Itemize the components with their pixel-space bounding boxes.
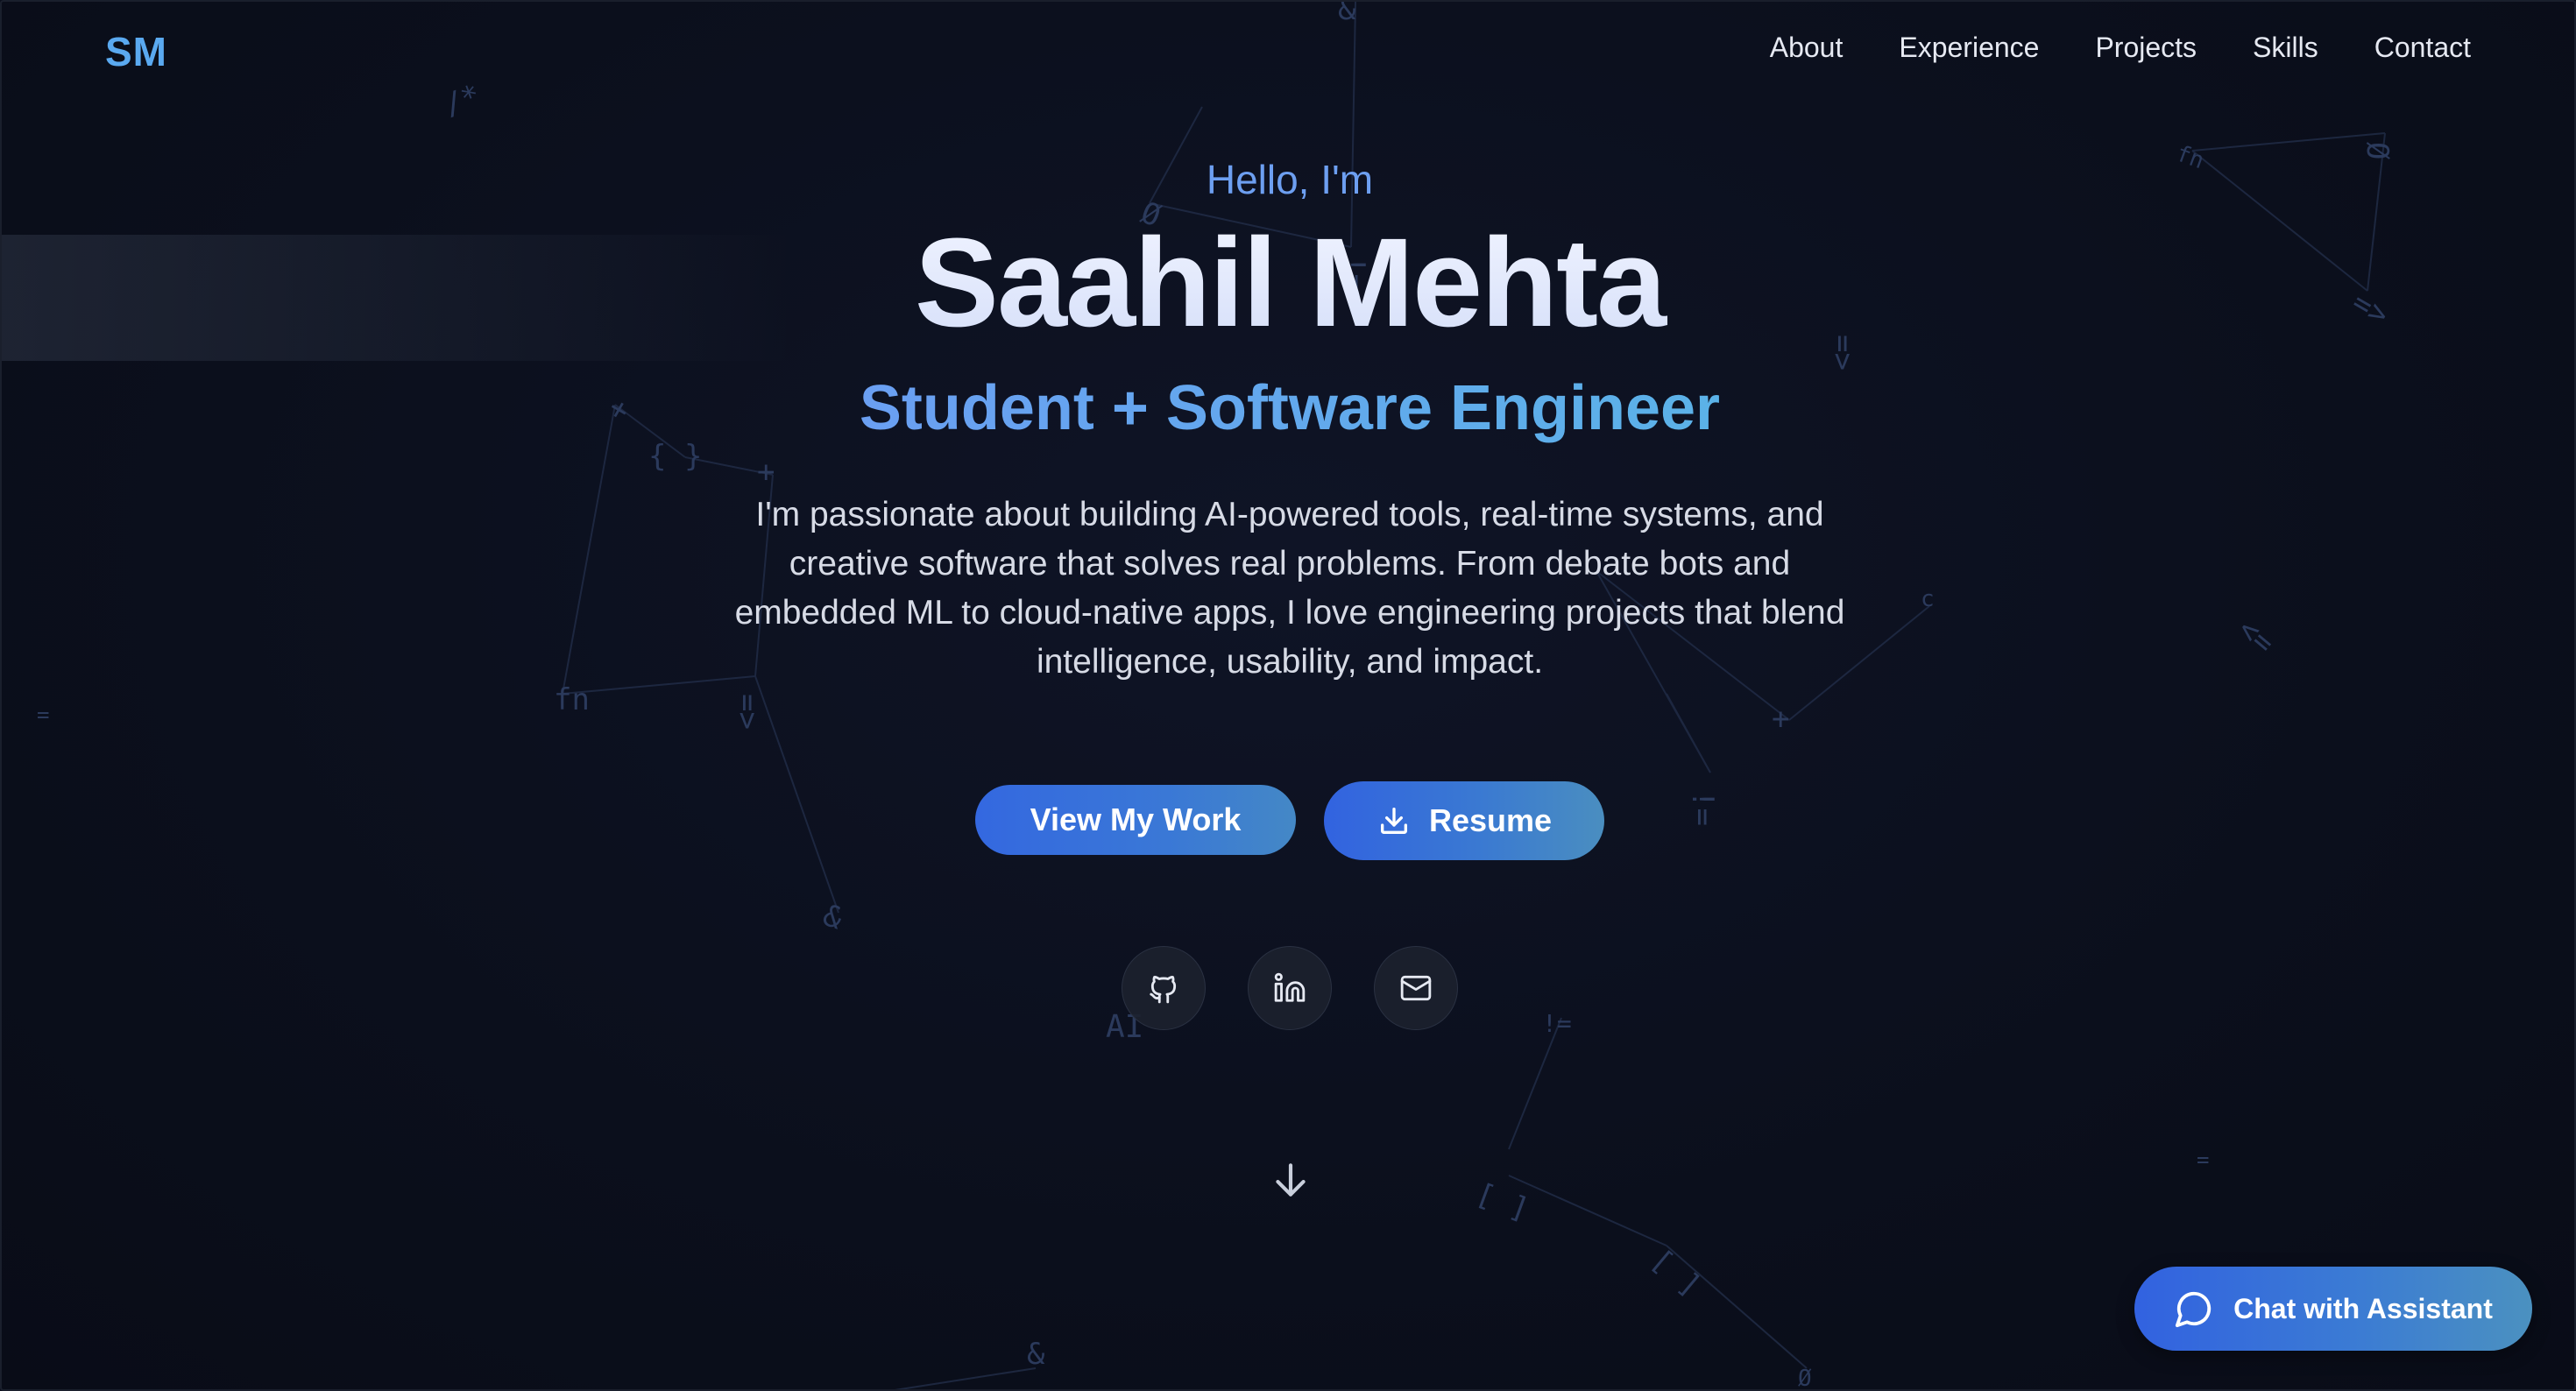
svg-text:[ ]: [ ] [1471, 1176, 1533, 1228]
hero-role: Student + Software Engineer [860, 364, 1720, 452]
nav-link-skills[interactable]: Skills [2253, 32, 2318, 64]
github-icon [1150, 976, 1177, 1004]
resume-label: Resume [1428, 802, 1553, 838]
linkedin-link[interactable] [1248, 946, 1332, 1030]
mail-icon [1400, 975, 1432, 1001]
page: /* Ø != & + { } + fn => & = => c <= + !=… [0, 0, 2576, 1391]
nav-link-about[interactable]: About [1770, 32, 1844, 64]
nav-link-contact[interactable]: Contact [2374, 32, 2471, 64]
main-nav: About Experience Projects Skills Contact [1770, 32, 2471, 64]
view-my-work-button[interactable]: View My Work [975, 785, 1296, 855]
svg-text:Ø: Ø [1798, 1366, 1812, 1391]
email-link[interactable] [1374, 946, 1458, 1030]
hero-name: Saahil Mehta [2, 208, 2574, 357]
chat-label: Chat with Assistant [2233, 1292, 2493, 1324]
chat-with-assistant-button[interactable]: Chat with Assistant [2134, 1267, 2532, 1351]
resume-button[interactable]: Resume [1324, 781, 1604, 860]
svg-text:/*: /* [439, 78, 485, 124]
hero-buttons: View My Work Resume [2, 781, 2574, 860]
hero-section: Hello, I'm Saahil Mehta Student + Softwa… [2, 151, 2574, 1030]
svg-text:&: & [1338, 2, 1356, 27]
svg-text:[ ]: [ ] [1644, 1242, 1708, 1303]
svg-text:&: & [1027, 1337, 1045, 1372]
chat-bubble-icon [2176, 1291, 2212, 1328]
download-icon [1380, 808, 1407, 834]
scroll-down-arrow[interactable] [1269, 1158, 1313, 1206]
linkedin-icon [1274, 972, 1306, 1002]
hero-greeting: Hello, I'm [1206, 157, 1374, 202]
arrow-down-icon [1276, 1163, 1306, 1197]
site-logo[interactable]: SM [105, 28, 167, 75]
view-my-work-label: View My Work [1030, 801, 1242, 837]
nav-link-projects[interactable]: Projects [2095, 32, 2197, 64]
nav-link-experience[interactable]: Experience [1899, 32, 2039, 64]
hero-bio: I'm passionate about building AI-powered… [734, 496, 1845, 681]
svg-text:=: = [2197, 1147, 2209, 1172]
github-link[interactable] [1122, 946, 1206, 1030]
social-links [2, 946, 2574, 1030]
